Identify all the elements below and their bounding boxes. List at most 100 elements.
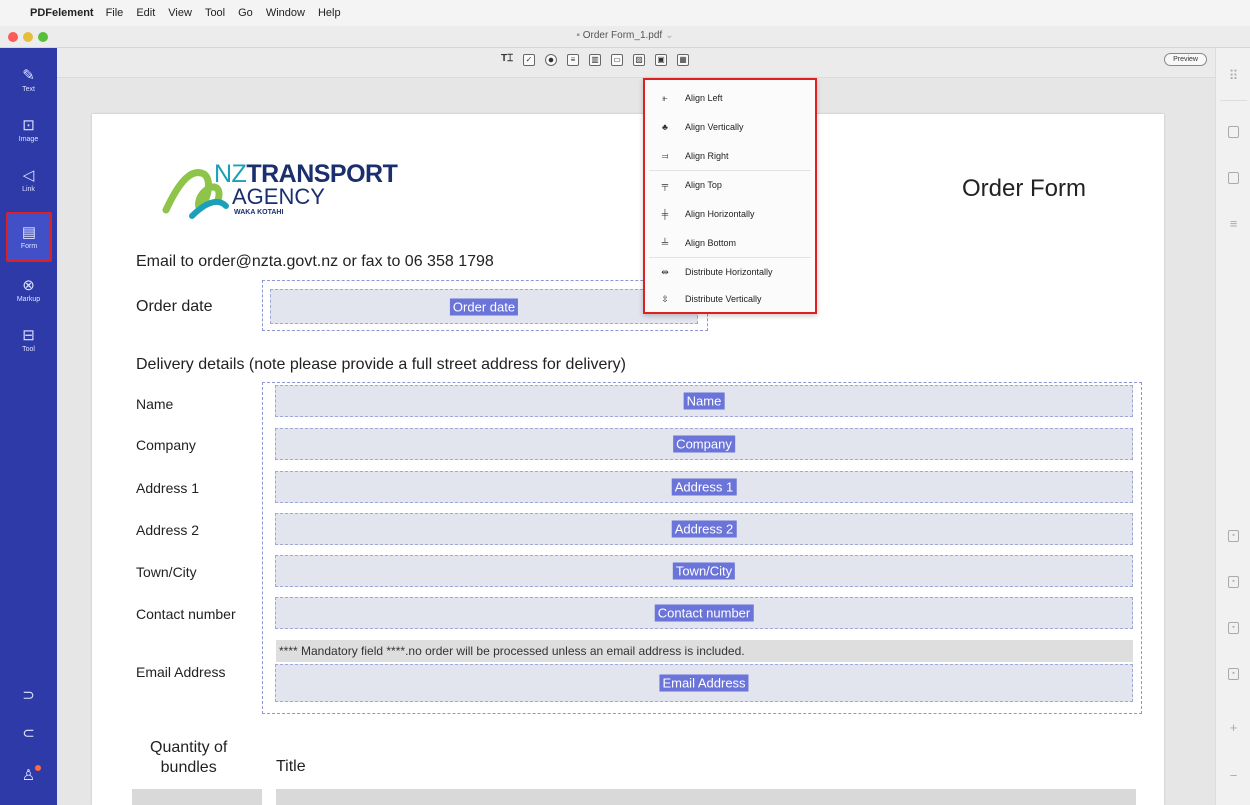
sidebar-item-link[interactable]: ◁ Link — [4, 156, 53, 204]
listbox-tool-icon[interactable]: ▥ — [589, 54, 601, 66]
field-name-tag: Email Address — [659, 674, 749, 692]
toolbox-icon: ⊟ — [22, 326, 35, 344]
menu-item-align-bottom[interactable]: ╧ Align Bottom — [645, 229, 815, 257]
sidebar-item-label: Markup — [16, 295, 41, 303]
form-icon: ▤ — [21, 223, 37, 241]
sidebar-item-image[interactable]: ⊡ Image — [4, 106, 53, 154]
address2-field[interactable]: Address 2 — [275, 513, 1133, 545]
contact-number-field[interactable]: Contact number — [275, 597, 1133, 629]
field-name-tag: Address 1 — [671, 478, 737, 496]
image-field-tool-icon[interactable]: ▨ — [633, 54, 645, 66]
quantity-header-line1: Quantity of — [150, 739, 228, 756]
zoom-out-icon[interactable]: − — [1228, 769, 1239, 782]
distribute-horizontal-icon: ⇹ — [661, 266, 669, 277]
radio-tool-icon[interactable] — [545, 54, 557, 66]
menu-item-distribute-horizontally[interactable]: ⇹ Distribute Horizontally — [645, 258, 815, 286]
chevron-down-icon: ⌄ — [665, 30, 674, 41]
link-icon: ◁ — [22, 166, 35, 184]
menu-item-label: Align Right — [685, 151, 729, 161]
button-tool-icon[interactable]: ▭ — [611, 54, 623, 66]
left-sidebar: ✎ Text ⊡ Image ◁ Link ▤ Form ⊗ Markup ⊟ … — [0, 48, 57, 805]
redo-icon[interactable]: ⊃ — [0, 686, 57, 704]
menu-edit[interactable]: Edit — [136, 7, 155, 19]
system-menubar: PDFelement File Edit View Tool Go Window… — [0, 0, 1250, 26]
menu-item-align-left[interactable]: ⫦ Align Left — [645, 84, 815, 112]
field-name-tag: Town/City — [672, 562, 736, 580]
text-field-tool-icon[interactable]: T⌶ — [501, 54, 513, 66]
menu-app-name[interactable]: PDFelement — [30, 7, 94, 19]
undo-icon[interactable]: ⊂ — [0, 724, 57, 742]
menu-item-align-vertically[interactable]: ♣ Align Vertically — [645, 113, 815, 141]
delivery-heading: Delivery details (note please provide a … — [136, 356, 627, 373]
menu-help[interactable]: Help — [318, 7, 341, 19]
bookmark-icon[interactable] — [1228, 172, 1239, 184]
menu-item-align-top[interactable]: ╤ Align Top — [645, 171, 815, 199]
menu-item-align-horizontally[interactable]: ╪ Align Horizontally — [645, 200, 815, 228]
menu-tool[interactable]: Tool — [205, 7, 225, 19]
menu-item-label: Align Top — [685, 180, 722, 190]
menu-window[interactable]: Window — [266, 7, 305, 19]
order-date-field[interactable]: Order date — [270, 289, 698, 324]
field-name-tag: Order date — [449, 298, 519, 315]
menu-item-label: Distribute Vertically — [685, 294, 762, 304]
title-cell[interactable] — [276, 789, 1136, 805]
sidebar-item-tool[interactable]: ⊟ Tool — [4, 316, 53, 364]
sidebar-item-label: Text — [22, 85, 35, 93]
form-tool-group: T⌶ ✓ ≡ ▥ ▭ ▨ ▣ ▦ — [501, 54, 689, 66]
quantity-cell[interactable] — [132, 789, 262, 805]
panel-field-icon-4[interactable]: ▪ — [1228, 668, 1239, 680]
thumbnails-icon[interactable]: ⠿ — [1228, 69, 1239, 82]
preview-button[interactable]: Preview — [1164, 53, 1207, 66]
panel-field-icon-2[interactable]: ▪ — [1228, 576, 1239, 588]
address1-label: Address 1 — [136, 480, 200, 496]
sidebar-item-text[interactable]: ✎ Text — [4, 56, 53, 104]
field-name-tag: Address 2 — [671, 520, 737, 538]
menu-item-align-right[interactable]: ⫤ Align Right — [645, 142, 815, 170]
menu-item-label: Distribute Horizontally — [685, 267, 773, 277]
panel-field-icon-1[interactable]: ▪ — [1228, 530, 1239, 542]
logo-agency: AGENCY — [232, 184, 325, 209]
sidebar-item-form[interactable]: ▤ Form — [6, 212, 52, 262]
logo-waka-kotahi: WAKA KOTAHI — [234, 209, 284, 216]
address1-field[interactable]: Address 1 — [275, 471, 1133, 503]
company-label: Company — [136, 437, 196, 453]
menu-view[interactable]: View — [168, 7, 192, 19]
field-name-tag: Name — [683, 392, 725, 410]
menu-file[interactable]: File — [106, 7, 124, 19]
zoom-in-icon[interactable]: + — [1228, 721, 1239, 734]
mandatory-note: **** Mandatory field ****.no order will … — [276, 640, 1133, 662]
menu-item-distribute-vertically[interactable]: ⇳ Distribute Vertically — [645, 285, 815, 313]
distribute-vertical-icon: ⇳ — [661, 293, 669, 304]
menu-item-label: Align Bottom — [685, 238, 737, 248]
date-field-tool-icon[interactable]: ▣ — [655, 54, 667, 66]
field-name-tag: Contact number — [654, 604, 754, 622]
contact-number-label: Contact number — [136, 606, 236, 622]
field-name-tag: Company — [673, 435, 735, 453]
quantity-header: Quantity of bundles — [150, 738, 227, 778]
sidebar-item-markup[interactable]: ⊗ Markup — [4, 266, 53, 314]
name-field[interactable]: Name — [275, 385, 1133, 417]
align-vertical-icon: ♣ — [662, 122, 668, 132]
checkbox-tool-icon[interactable]: ✓ — [523, 54, 535, 66]
menu-item-label: Align Vertically — [685, 122, 744, 132]
combobox-tool-icon[interactable]: ≡ — [567, 54, 579, 66]
document-title[interactable]: ▪ Order Form_1.pdf ⌄ — [0, 30, 1250, 41]
email-instructions: Email to order@nzta.govt.nz or fax to 06… — [136, 253, 494, 270]
sidebar-item-label: Image — [18, 135, 39, 143]
account-icon[interactable]: ♙ — [0, 766, 57, 784]
menu-go[interactable]: Go — [238, 7, 253, 19]
town-city-field[interactable]: Town/City — [275, 555, 1133, 587]
sidebar-item-label: Tool — [22, 345, 35, 353]
document-title-text: Order Form_1.pdf — [582, 30, 663, 41]
form-toolbar: T⌶ ✓ ≡ ▥ ▭ ▨ ▣ ▦ Preview — [57, 48, 1215, 78]
name-label: Name — [136, 396, 174, 412]
page-icon[interactable] — [1228, 126, 1239, 138]
markup-icon: ⊗ — [22, 276, 35, 294]
align-menu: ⫦ Align Left ♣ Align Vertically ⫤ Align … — [643, 78, 817, 314]
panel-field-icon-3[interactable]: ▪ — [1228, 622, 1239, 634]
email-address-field[interactable]: Email Address — [275, 664, 1133, 702]
company-field[interactable]: Company — [275, 428, 1133, 460]
align-bottom-icon: ╧ — [661, 238, 669, 248]
list-icon[interactable]: ≡ — [1228, 217, 1239, 230]
align-tool-icon[interactable]: ▦ — [677, 54, 689, 66]
